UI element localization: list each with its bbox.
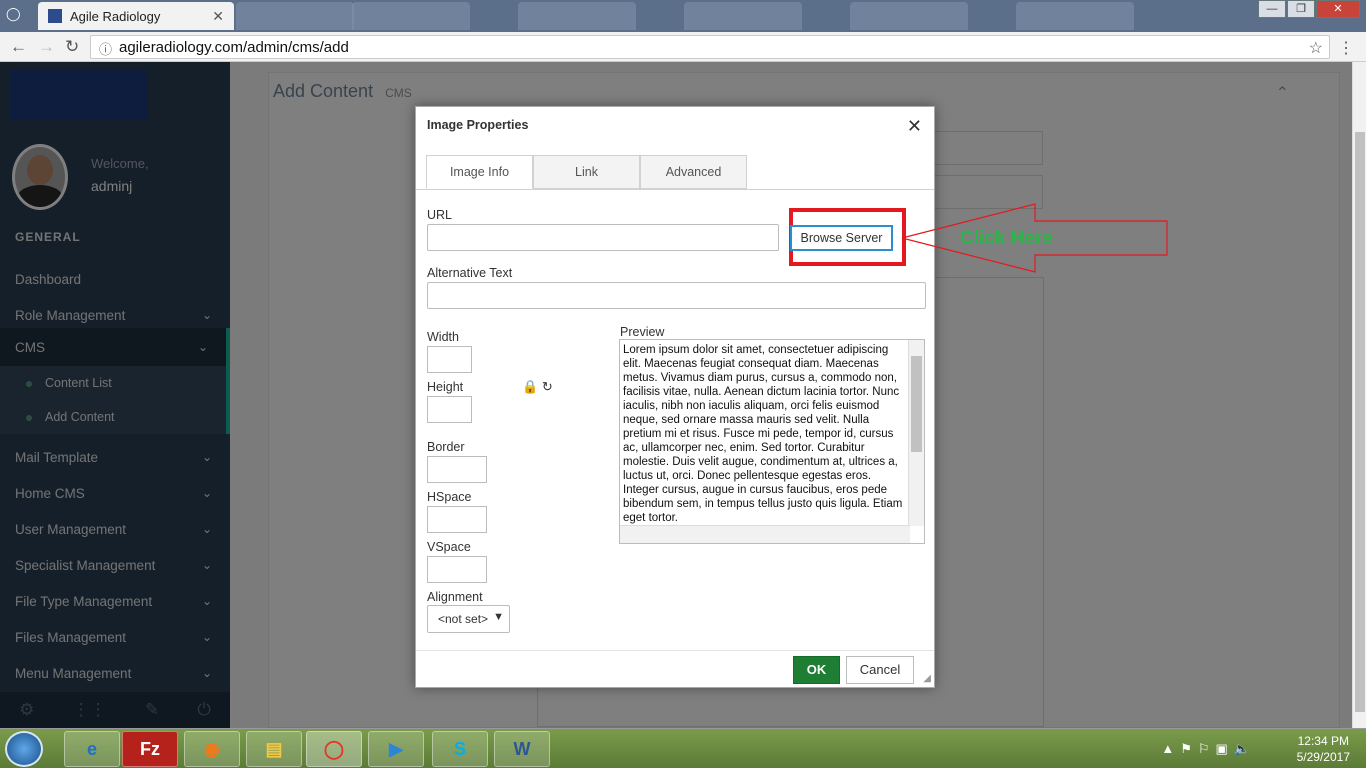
- address-bar: ← → ↻ ⓘ agileradiology.com/admin/cms/add…: [0, 32, 1366, 62]
- alt-text-label: Alternative Text: [427, 266, 513, 280]
- tab-title: Agile Radiology: [70, 9, 161, 24]
- hspace-label: HSpace: [427, 490, 472, 504]
- alignment-label: Alignment: [427, 590, 483, 604]
- url-field[interactable]: ⓘ agileradiology.com/admin/cms/add ☆: [90, 35, 1330, 59]
- clock[interactable]: 12:34 PM 5/29/2017: [1297, 733, 1350, 765]
- system-tray-icons[interactable]: ▲⚑⚐▣🔈: [1161, 741, 1256, 757]
- minimize-icon[interactable]: —: [1258, 0, 1286, 18]
- url-text: agileradiology.com/admin/cms/add: [119, 39, 349, 56]
- tab-link[interactable]: Link: [533, 155, 640, 189]
- tab-divider: [416, 189, 934, 190]
- vspace-input[interactable]: [427, 556, 487, 583]
- filezilla-icon[interactable]: Fz: [122, 731, 178, 767]
- browser-tab[interactable]: [684, 2, 802, 30]
- chrome-icon[interactable]: ◯: [306, 731, 362, 767]
- url-input[interactable]: [427, 224, 779, 251]
- browse-server-button[interactable]: Browse Server: [790, 225, 893, 251]
- browser-menu-icon[interactable]: ⋮: [1338, 38, 1354, 58]
- back-icon[interactable]: ←: [10, 37, 27, 57]
- alignment-select[interactable]: <not set> ▼: [427, 605, 510, 633]
- clock-time: 12:34 PM: [1297, 734, 1349, 748]
- preview-box[interactable]: Lorem ipsum dolor sit amet, consectetuer…: [619, 339, 925, 544]
- border-input[interactable]: [427, 456, 487, 483]
- favicon-icon: [48, 9, 62, 23]
- incognito-icon: ◯: [6, 6, 21, 21]
- hspace-input[interactable]: [427, 506, 487, 533]
- click-here-annotation: Click Here: [960, 228, 1053, 249]
- maximize-icon[interactable]: ❐: [1287, 0, 1315, 18]
- tab-advanced[interactable]: Advanced: [640, 155, 747, 189]
- firefox-icon[interactable]: ◉: [184, 731, 240, 767]
- reload-icon[interactable]: ↻: [65, 37, 79, 57]
- preview-scrollbar-vertical[interactable]: [908, 340, 924, 526]
- taskbar: e Fz ◉ ▤ ◯ ▶ S W ▲⚑⚐▣🔈 12:34 PM 5/29/201…: [0, 728, 1366, 768]
- page-scrollbar[interactable]: [1352, 62, 1366, 728]
- browser-tab[interactable]: [236, 2, 354, 30]
- preview-label: Preview: [620, 325, 665, 339]
- ok-button[interactable]: OK: [793, 656, 840, 684]
- height-input[interactable]: [427, 396, 472, 423]
- browser-tab[interactable]: [1016, 2, 1134, 30]
- browser-tab[interactable]: [850, 2, 968, 30]
- clock-date: 5/29/2017: [1296, 750, 1350, 764]
- dialog-footer-divider: [416, 650, 934, 651]
- start-button[interactable]: [5, 731, 43, 767]
- dropdown-arrow-icon: ▼: [493, 611, 504, 623]
- preview-scrollbar-horizontal[interactable]: [620, 525, 910, 543]
- vspace-label: VSpace: [427, 540, 471, 554]
- browser-tab-active[interactable]: Agile Radiology ✕: [38, 2, 234, 30]
- lock-ratio-controls: 🔒 ↻: [522, 379, 553, 395]
- browser-tabbar: ◯ Agile Radiology ✕ — ❐ ✕: [0, 0, 1366, 32]
- explorer-icon[interactable]: ▤: [246, 731, 302, 767]
- word-icon[interactable]: W: [494, 731, 550, 767]
- resize-handle-icon[interactable]: ◢: [923, 673, 931, 684]
- tab-close-icon[interactable]: ✕: [212, 8, 224, 25]
- dialog-title: Image Properties: [427, 118, 529, 132]
- lock-icon[interactable]: 🔒: [522, 379, 538, 394]
- width-label: Width: [427, 330, 459, 344]
- height-label: Height: [427, 380, 464, 394]
- browser-tab[interactable]: [518, 2, 636, 30]
- width-input[interactable]: [427, 346, 472, 373]
- ie-icon[interactable]: e: [64, 731, 120, 767]
- dialog-tabs: Image Info Link Advanced: [426, 155, 747, 189]
- alt-text-input[interactable]: [427, 282, 926, 309]
- browser-tab[interactable]: [352, 2, 470, 30]
- bookmark-star-icon[interactable]: ☆: [1309, 38, 1323, 58]
- media-player-icon[interactable]: ▶: [368, 731, 424, 767]
- image-properties-dialog: Image Properties ✕ Image Info Link Advan…: [415, 106, 935, 688]
- preview-text: Lorem ipsum dolor sit amet, consectetuer…: [623, 344, 903, 524]
- window-close-icon[interactable]: ✕: [1316, 0, 1360, 18]
- tab-image-info[interactable]: Image Info: [426, 155, 533, 189]
- forward-icon[interactable]: →: [38, 37, 55, 57]
- cancel-button[interactable]: Cancel: [846, 656, 914, 684]
- info-icon[interactable]: ⓘ: [99, 39, 112, 58]
- url-label: URL: [427, 208, 453, 222]
- window-controls: — ❐ ✕: [1257, 0, 1360, 20]
- border-label: Border: [427, 440, 465, 454]
- skype-icon[interactable]: S: [432, 731, 488, 767]
- reset-size-icon[interactable]: ↻: [542, 379, 553, 394]
- close-icon[interactable]: ✕: [907, 116, 922, 137]
